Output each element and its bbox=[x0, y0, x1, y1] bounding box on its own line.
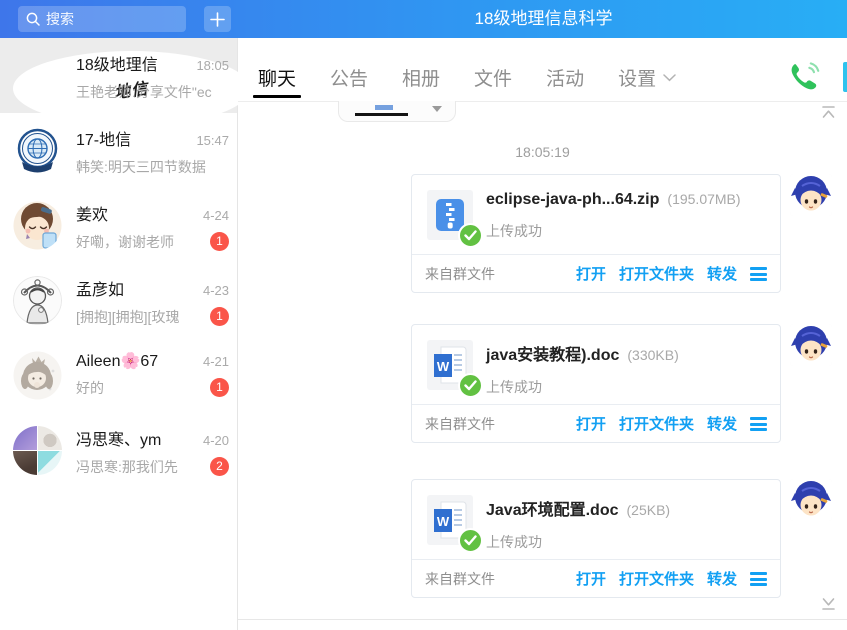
chat-preview: 冯思寒:那我们先 bbox=[76, 457, 206, 476]
file-source-label: 来自群文件 bbox=[425, 264, 576, 284]
word-file-icon: W bbox=[427, 495, 473, 545]
chat-time: 4-20 bbox=[203, 433, 229, 448]
tab-chat[interactable]: 聊天 bbox=[258, 64, 296, 101]
chat-preview: 好的 bbox=[76, 378, 206, 397]
tab-activities[interactable]: 活动 bbox=[546, 64, 584, 101]
chat-preview: 好嘞，谢谢老师 bbox=[76, 232, 206, 251]
chat-list-item-aileen[interactable]: Aileen🌸67 4-21 好的 1 bbox=[0, 338, 237, 413]
message-row: eclipse-java-ph...64.zip (195.07MB) 上传成功… bbox=[238, 174, 847, 293]
chat-time: 18:05 bbox=[196, 58, 229, 73]
forward-link[interactable]: 转发 bbox=[707, 413, 737, 434]
chat-list: 地信 18级地理信 18:05 王艳老师:分享文件"ec bbox=[0, 38, 238, 630]
file-size: (330KB) bbox=[627, 347, 678, 363]
open-file-link[interactable]: 打开 bbox=[576, 263, 606, 284]
zip-file-icon bbox=[427, 190, 473, 240]
file-source-label: 来自群文件 bbox=[425, 569, 576, 589]
message-row: W Java环境配置.doc (25KB) 上传成功 bbox=[238, 479, 847, 598]
unread-badge: 1 bbox=[210, 232, 229, 251]
file-name: java安装教程).doc bbox=[486, 341, 619, 365]
file-message-card: W java安装教程).doc (330KB) 上传成功 bbox=[411, 324, 781, 443]
file-source-label: 来自群文件 bbox=[425, 414, 576, 434]
message-timestamp: 18:05:19 bbox=[238, 144, 847, 160]
file-message-card: eclipse-java-ph...64.zip (195.07MB) 上传成功… bbox=[411, 174, 781, 293]
sender-avatar[interactable] bbox=[790, 174, 832, 216]
search-icon bbox=[26, 12, 40, 26]
chat-name: 姜欢 bbox=[76, 201, 197, 225]
add-button[interactable] bbox=[204, 6, 231, 32]
chat-time: 4-21 bbox=[203, 354, 229, 369]
upload-success-icon bbox=[458, 373, 483, 398]
plus-icon bbox=[210, 12, 225, 27]
forward-link[interactable]: 转发 bbox=[707, 568, 737, 589]
chat-name: Aileen🌸67 bbox=[76, 351, 197, 371]
chat-name: 冯思寒、ym bbox=[76, 426, 197, 450]
tab-files[interactable]: 文件 bbox=[474, 64, 512, 101]
message-row: W java安装教程).doc (330KB) 上传成功 bbox=[238, 324, 847, 443]
search-box[interactable] bbox=[18, 6, 186, 32]
chat-preview: 王艳老师:分享文件"ec bbox=[76, 82, 229, 101]
forward-link[interactable]: 转发 bbox=[707, 263, 737, 284]
open-folder-link[interactable]: 打开文件夹 bbox=[619, 263, 694, 284]
scroll-to-top-icon[interactable] bbox=[820, 105, 837, 119]
search-input[interactable] bbox=[46, 11, 178, 27]
chat-time: 4-23 bbox=[203, 283, 229, 298]
user-avatar bbox=[13, 276, 62, 325]
chat-list-item-current-group[interactable]: 地信 18级地理信 18:05 王艳老师:分享文件"ec bbox=[0, 38, 237, 113]
file-size: (195.07MB) bbox=[667, 191, 740, 207]
open-folder-link[interactable]: 打开文件夹 bbox=[619, 413, 694, 434]
more-options-icon[interactable] bbox=[750, 569, 767, 589]
video-call-icon-partial[interactable] bbox=[843, 62, 847, 92]
chat-name: 17-地信 bbox=[76, 126, 190, 150]
group-title: 18级地理信息科学 bbox=[240, 0, 847, 38]
scroll-to-bottom-icon[interactable] bbox=[820, 597, 837, 611]
message-history: 18:05:19 bbox=[238, 102, 847, 620]
upload-status: 上传成功 bbox=[486, 221, 741, 241]
chat-name: 孟彦如 bbox=[76, 276, 197, 300]
user-avatar bbox=[13, 351, 62, 400]
file-name: eclipse-java-ph...64.zip bbox=[486, 191, 659, 209]
unread-badge: 1 bbox=[210, 307, 229, 326]
unread-badge: 1 bbox=[210, 378, 229, 397]
chat-list-item-jianghuan[interactable]: 姜欢 4-24 好嘞，谢谢老师 1 bbox=[0, 188, 237, 263]
file-name: Java环境配置.doc bbox=[486, 496, 619, 520]
word-file-icon: W bbox=[427, 340, 473, 390]
open-file-link[interactable]: 打开 bbox=[576, 568, 606, 589]
open-folder-link[interactable]: 打开文件夹 bbox=[619, 568, 694, 589]
chat-time: 15:47 bbox=[196, 133, 229, 148]
voice-call-button[interactable] bbox=[787, 60, 820, 94]
chat-list-item-mengyanru[interactable]: 孟彦如 4-23 [拥抱][拥抱][玫瑰 1 bbox=[0, 263, 237, 338]
conversation-pane: 聊天 公告 相册 文件 活动 设置 18:0 bbox=[238, 38, 847, 630]
chevron-down-icon bbox=[663, 74, 676, 82]
upload-success-icon bbox=[458, 223, 483, 248]
tab-announcements[interactable]: 公告 bbox=[330, 64, 368, 101]
sender-avatar[interactable] bbox=[790, 324, 832, 366]
svg-text:W: W bbox=[437, 359, 450, 374]
chat-preview: 韩笑:明天三四节数据 bbox=[76, 157, 229, 176]
upload-status: 上传成功 bbox=[486, 377, 679, 397]
upload-status: 上传成功 bbox=[486, 532, 670, 552]
user-avatar bbox=[13, 201, 62, 250]
sender-avatar[interactable] bbox=[790, 479, 832, 521]
emblem-avatar bbox=[13, 126, 62, 175]
tab-settings[interactable]: 设置 bbox=[618, 64, 676, 101]
more-options-icon[interactable] bbox=[750, 414, 767, 434]
file-size: (25KB) bbox=[627, 502, 671, 518]
group-tab-bar: 聊天 公告 相册 文件 活动 设置 bbox=[238, 38, 847, 102]
upload-success-icon bbox=[458, 528, 483, 553]
qq-chat-window: 18级地理信息科学 地信 18级地理信 18:05 王艳老师:分享文件"ec bbox=[0, 0, 847, 630]
chat-time: 4-24 bbox=[203, 208, 229, 223]
chat-list-item-17-dixin[interactable]: 17-地信 15:47 韩笑:明天三四节数据 bbox=[0, 113, 237, 188]
file-message-card: W Java环境配置.doc (25KB) 上传成功 bbox=[411, 479, 781, 598]
more-options-icon[interactable] bbox=[750, 264, 767, 284]
unread-badge: 2 bbox=[210, 457, 229, 476]
title-bar: 18级地理信息科学 bbox=[0, 0, 847, 38]
tab-albums[interactable]: 相册 bbox=[402, 64, 440, 101]
tab-settings-label: 设置 bbox=[618, 64, 656, 91]
chat-preview: [拥抱][拥抱][玫瑰 bbox=[76, 307, 206, 326]
open-file-link[interactable]: 打开 bbox=[576, 413, 606, 434]
chat-name: 18级地理信 bbox=[76, 51, 190, 75]
group-grid-avatar bbox=[13, 426, 62, 475]
chat-list-item-fengsihan-group[interactable]: 冯思寒、ym 4-20 冯思寒:那我们先 2 bbox=[0, 413, 237, 488]
svg-text:W: W bbox=[437, 514, 450, 529]
